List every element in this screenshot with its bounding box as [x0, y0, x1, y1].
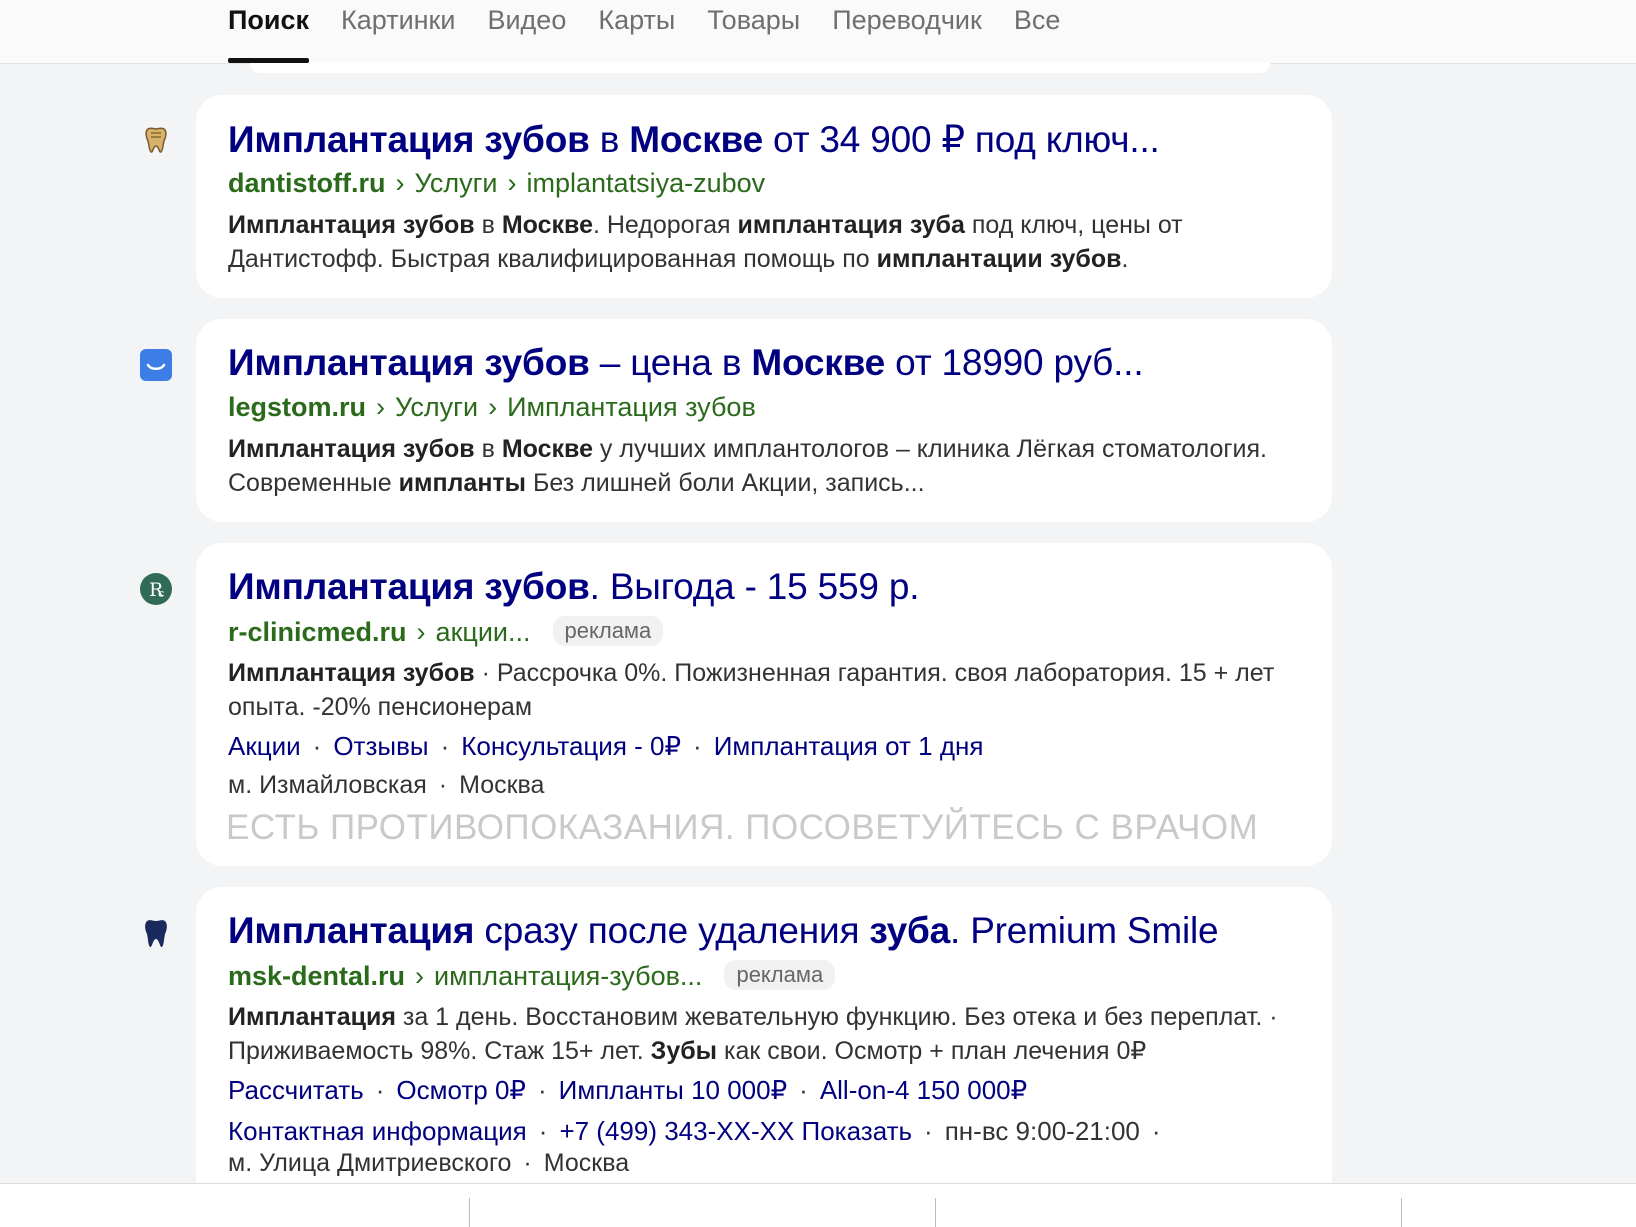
tab-all[interactable]: Все: [1014, 0, 1061, 63]
result-title[interactable]: Имплантация зубов в Москве от 34 900 ₽ п…: [228, 118, 1160, 161]
breadcrumb-link[interactable]: акции...: [436, 617, 531, 647]
toolbar-divider: [935, 1198, 936, 1227]
sitelink[interactable]: Рассчитать: [228, 1075, 364, 1105]
city: Москва: [543, 1149, 630, 1177]
sitelink[interactable]: Осмотр 0₽: [396, 1075, 526, 1105]
tab-maps[interactable]: Карты: [598, 0, 675, 63]
metro-station: м. Улица Дмитриевского: [228, 1149, 512, 1177]
r-clinic-logo-icon: Rc: [140, 573, 172, 605]
sitelink[interactable]: Отзывы: [333, 731, 428, 761]
result-domain-link[interactable]: r-clinicmed.ru: [228, 617, 407, 647]
tab-video[interactable]: Видео: [487, 0, 566, 63]
sitelink[interactable]: Консультация - 0₽: [461, 731, 681, 761]
smile-logo-icon: [140, 349, 172, 381]
bottom-toolbar: [0, 1183, 1636, 1227]
contact-row: Контактная информация · +7 (499) 343-XX-XX…: [228, 1116, 1161, 1146]
breadcrumb-link[interactable]: Имплантация зубов: [507, 392, 756, 422]
search-tabs: Поиск Картинки Видео Карты Товары Перево…: [228, 0, 1092, 63]
tab-search[interactable]: Поиск: [228, 0, 310, 63]
search-tabs-bar: Поиск Картинки Видео Карты Товары Перево…: [0, 0, 1636, 64]
breadcrumb-link[interactable]: имплантация-зубов...: [434, 961, 702, 991]
result-url: r-clinicmed.ru › акции... реклама: [228, 616, 664, 648]
breadcrumb-link[interactable]: implantatsiya-zubov: [527, 168, 766, 198]
result-url: legstom.ru › Услуги › Имплантация зубов: [228, 392, 756, 422]
result-title[interactable]: Имплантация зубов. Выгода - 15 559 р.: [228, 566, 919, 608]
tab-images[interactable]: Картинки: [341, 0, 455, 63]
toolbar-divider: [469, 1198, 470, 1227]
result-location: м. Улица Дмитриевского · Москва: [228, 1149, 630, 1177]
breadcrumb-link[interactable]: Услуги: [395, 392, 478, 422]
result-snippet: Имплантация зубов в Москве у лучших импл…: [228, 435, 1267, 497]
result-domain-link[interactable]: legstom.ru: [228, 392, 366, 422]
result-domain-link[interactable]: msk-dental.ru: [228, 961, 405, 991]
result-domain-link[interactable]: dantistoff.ru: [228, 168, 385, 198]
tooth-navy-icon: [140, 917, 172, 949]
contact-info-link[interactable]: Контактная информация: [228, 1116, 527, 1146]
previous-result-card-edge: [250, 63, 1270, 73]
result-title[interactable]: Имплантация зубов – цена в Москве от 189…: [228, 342, 1144, 384]
sitelinks: Акции · Отзывы · Консультация - 0₽ · Имплантац…: [228, 731, 984, 761]
result-location: м. Измайловская · Москва: [228, 771, 545, 799]
medical-warning: ЕСТЬ ПРОТИВОПОКАЗАНИЯ. ПОСОВЕТУЙТЕСЬ С В…: [226, 808, 1259, 847]
sitelink[interactable]: All-on-4 150 000₽: [820, 1075, 1027, 1105]
tab-translator[interactable]: Переводчик: [832, 0, 982, 63]
toolbar-divider: [1401, 1198, 1402, 1227]
sitelink[interactable]: Акции: [228, 731, 301, 761]
phone-show-link[interactable]: +7 (499) 343-XX-XX Показать: [559, 1116, 912, 1146]
sitelinks: Рассчитать · Осмотр 0₽ · Импланты 10 000₽ · Al…: [228, 1075, 1028, 1105]
result-title[interactable]: Имплантация сразу после удаления зуба. P…: [228, 910, 1219, 952]
breadcrumb-link[interactable]: Услуги: [414, 168, 497, 198]
ad-badge: реклама: [552, 616, 664, 646]
result-url: msk-dental.ru › имплантация-зубов... реклам…: [228, 960, 836, 992]
sitelink[interactable]: Импланты 10 000₽: [559, 1075, 788, 1105]
result-snippet: Имплантация зубов в Москве. Недорогая им…: [228, 211, 1183, 273]
sitelink[interactable]: Имплантация от 1 дня: [714, 731, 984, 761]
result-url: dantistoff.ru › Услуги › implantatsiya-zubov: [228, 168, 766, 198]
svg-text:c: c: [158, 587, 164, 600]
tooth-gold-icon: [140, 124, 172, 156]
tab-products[interactable]: Товары: [707, 0, 800, 63]
metro-station: м. Измайловская: [228, 771, 427, 799]
ad-badge: реклама: [724, 960, 836, 990]
working-hours: пн-вс 9:00-21:00: [944, 1116, 1140, 1146]
result-snippet: Имплантация за 1 день. Восстановим жеват…: [228, 1003, 1278, 1065]
result-snippet: Имплантация зубов · Рассрочка 0%. Пожизн…: [228, 659, 1275, 721]
city: Москва: [459, 771, 545, 799]
